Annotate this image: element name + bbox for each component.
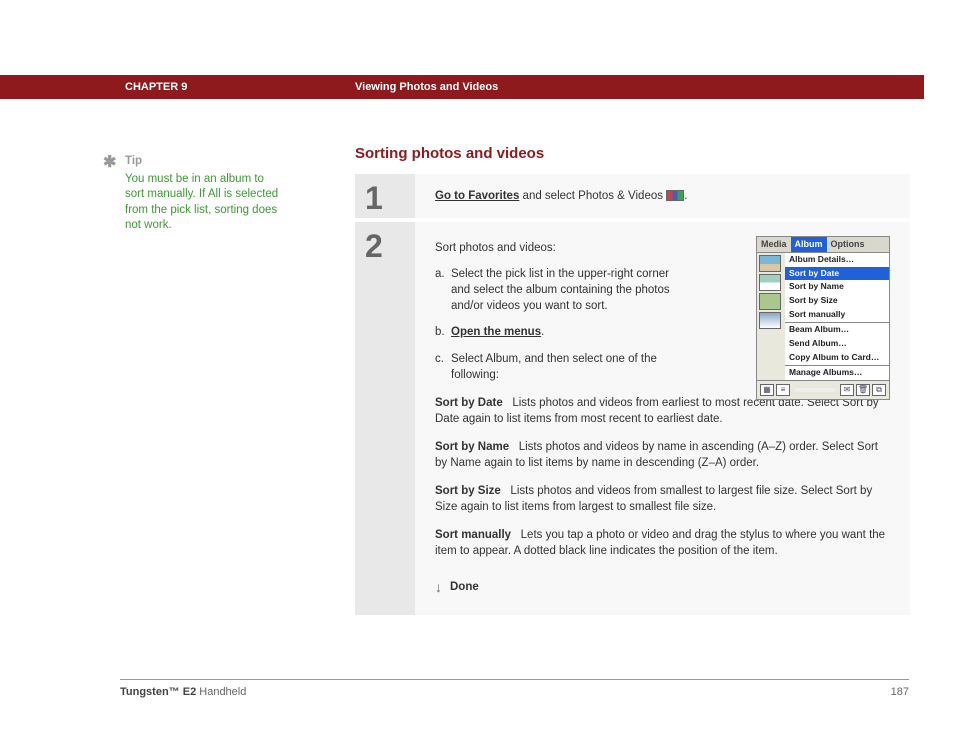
step-1-body: Go to Favorites and select Photos & Vide… [415,174,910,218]
list-view-icon: ≡ [776,384,790,396]
product-name: Tungsten™ E2 Handheld [120,686,246,698]
sort-manually-row: Sort manually Lets you tap a photo or vi… [435,527,890,559]
step-2c: c.Select Album, and then select one of t… [451,351,670,383]
page-number: 187 [891,686,909,698]
menu-manage: Manage Albums… [785,366,889,380]
photos-videos-icon [666,190,684,201]
open-menus-link[interactable]: Open the menus [451,326,541,338]
section-title: Sorting photos and videos [355,145,910,162]
grid-view-icon: ▦ [760,384,774,396]
step-2-number: 2 [355,222,415,615]
screenshot-tabs: Media Album Options [757,237,889,253]
tab-options: Options [827,237,869,252]
menu-copy: Copy Album to Card… [785,351,889,365]
done-label: Done [450,579,479,595]
step-2b: b.Open the menus. [451,324,670,340]
step-1-text: and select Photos & Videos [519,190,666,202]
screenshot-menu: Album Details… Sort by Date Sort by Name… [785,253,889,380]
mail-icon: ✉ [840,384,854,396]
page-footer: Tungsten™ E2 Handheld 187 [120,679,909,698]
menu-sort-manual: Sort manually [785,308,889,322]
step-2: 2 Media Album Options [355,222,910,615]
tip-label: Tip [125,154,283,170]
thumb-1 [759,255,781,272]
thumb-3 [759,293,781,310]
done-row: ↓ Done [435,578,890,598]
bt-icon: ⧉ [872,384,886,396]
go-to-favorites-link[interactable]: Go to Favorites [435,190,519,202]
menu-sort-date: Sort by Date [785,267,889,281]
tip-block: ✱ Tip You must be in an album to sort ma… [103,154,283,234]
done-arrow-icon: ↓ [435,578,442,598]
step-1: 1 Go to Favorites and select Photos & Vi… [355,174,910,218]
step-2-body: Media Album Options Album Details… [415,222,910,615]
tip-star-icon: ✱ [103,152,116,174]
menu-beam: Beam Album… [785,323,889,337]
menu-send: Send Album… [785,337,889,351]
menu-sort-size: Sort by Size [785,294,889,308]
tab-media: Media [757,237,791,252]
step-2a: a.Select the pick list in the upper-righ… [451,266,670,314]
sort-by-name-row: Sort by Name Lists photos and videos by … [435,439,890,471]
tip-body: You must be in an album to sort manually… [125,172,283,234]
tab-album: Album [791,237,827,252]
step-1-number: 1 [355,174,415,218]
chapter-label: CHAPTER 9 [125,75,187,99]
screenshot-toolbar: ▦ ≡ ✉ 🗑 ⧉ [757,380,889,399]
chapter-title: Viewing Photos and Videos [355,75,498,99]
thumb-4 [759,312,781,329]
thumb-2 [759,274,781,291]
chapter-header-bar: CHAPTER 9 Viewing Photos and Videos [0,75,924,99]
screenshot-thumbnails [757,253,785,380]
album-menu-screenshot: Media Album Options Album Details… [756,236,890,400]
menu-sort-name: Sort by Name [785,280,889,294]
trash-icon: 🗑 [856,384,870,396]
sort-by-size-row: Sort by Size Lists photos and videos fro… [435,483,890,515]
zoom-slider [795,388,835,392]
menu-album-details: Album Details… [785,253,889,267]
